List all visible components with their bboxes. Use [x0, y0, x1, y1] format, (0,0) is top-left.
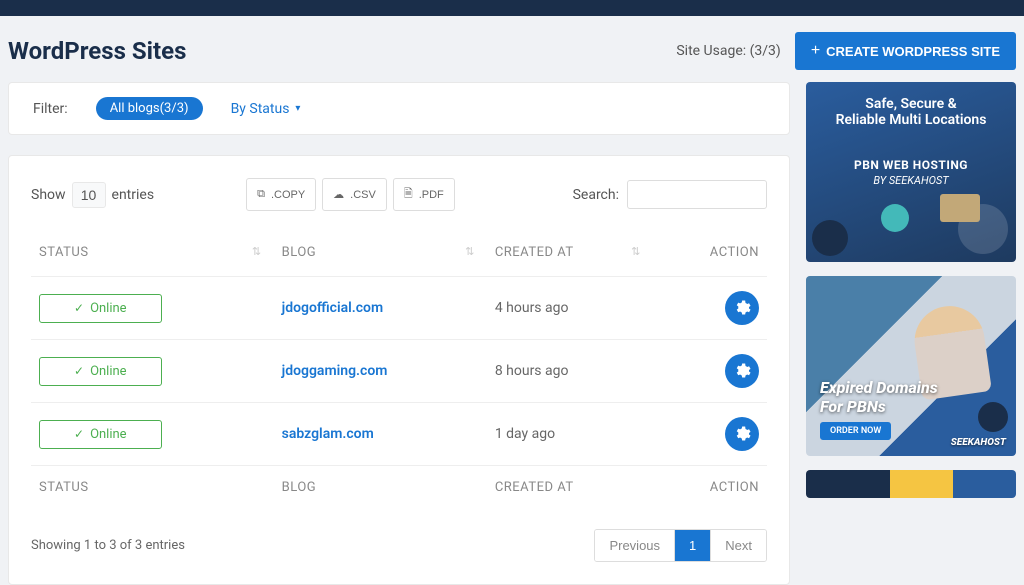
created-at-text: 1 day ago [495, 426, 555, 442]
ad2-order-button[interactable]: ORDER NOW [820, 422, 891, 440]
created-at-text: 8 hours ago [495, 363, 569, 379]
mascot-icon [812, 220, 848, 256]
sidebar-ad-strip[interactable] [806, 470, 1016, 498]
col-header-created[interactable]: CREATED AT [487, 235, 653, 277]
gear-icon [733, 362, 751, 380]
filter-label: Filter: [33, 101, 68, 117]
csv-icon [333, 188, 346, 201]
table-footer-row: Showing 1 to 3 of 3 entries Previous 1 N… [31, 529, 767, 562]
created-at-text: 4 hours ago [495, 300, 569, 316]
search-input[interactable] [627, 180, 767, 209]
col-header-blog[interactable]: BLOG [274, 235, 487, 277]
check-icon: ✓ [74, 364, 84, 378]
export-pdf-button[interactable]: .PDF [393, 178, 455, 211]
col-footer-action: ACTION [653, 466, 767, 510]
check-icon: ✓ [74, 427, 84, 441]
sidebar-ad-expired-domains[interactable]: Expired Domains For PBNs ORDER NOW SEEKA… [806, 276, 1016, 456]
sidebar-ad-pbn-hosting[interactable]: Safe, Secure & Reliable Multi Locations … [806, 82, 1016, 262]
status-badge: ✓Online [39, 420, 162, 449]
ad-decoration [881, 204, 909, 232]
table-row: ✓Online jdogofficial.com 4 hours ago [31, 277, 767, 340]
ad2-headline: Expired Domains For PBNs [820, 378, 938, 416]
table-row: ✓Online jdoggaming.com 8 hours ago [31, 340, 767, 403]
blog-link[interactable]: sabzglam.com [282, 426, 374, 442]
export-csv-button[interactable]: .CSV [322, 178, 387, 211]
pagination-previous[interactable]: Previous [595, 530, 675, 561]
create-wordpress-site-button[interactable]: + CREATE WORDPRESS SITE [795, 32, 1016, 70]
pagination: Previous 1 Next [594, 529, 767, 562]
settings-button[interactable] [725, 417, 759, 451]
page-title: WordPress Sites [8, 37, 186, 65]
gear-icon [733, 425, 751, 443]
status-badge: ✓Online [39, 294, 162, 323]
search-label: Search: [573, 187, 619, 203]
plus-icon: + [811, 42, 820, 60]
filter-bar: Filter: All blogs(3/3) By Status [8, 82, 790, 135]
mascot-icon [978, 402, 1008, 432]
col-header-status[interactable]: STATUS [31, 235, 274, 277]
col-footer-blog: BLOG [274, 466, 487, 510]
pagination-page-1[interactable]: 1 [675, 530, 711, 561]
sites-table: STATUS BLOG CREATED AT ACTION ✓Online jd… [31, 235, 767, 509]
blog-link[interactable]: jdoggaming.com [282, 363, 388, 379]
ad1-brand: BY SEEKAHOST [820, 174, 1002, 187]
top-nav-bar [0, 0, 1024, 16]
settings-button[interactable] [725, 291, 759, 325]
table-row: ✓Online sabzglam.com 1 day ago [31, 403, 767, 466]
ad1-title: PBN WEB HOSTING [820, 158, 1002, 172]
export-copy-button[interactable]: .COPY [246, 178, 316, 211]
pdf-icon [404, 185, 415, 204]
col-footer-status: STATUS [31, 466, 274, 510]
filter-by-status-dropdown[interactable]: By Status [231, 101, 301, 117]
col-header-action: ACTION [653, 235, 767, 277]
settings-button[interactable] [725, 354, 759, 388]
create-button-label: CREATE WORDPRESS SITE [826, 44, 1000, 59]
laptop-illustration [940, 194, 980, 222]
site-usage-text: Site Usage: (3/3) [676, 43, 780, 59]
col-footer-created: CREATED AT [487, 466, 653, 510]
entries-label: entries [112, 187, 155, 203]
status-badge: ✓Online [39, 357, 162, 386]
ad1-headline: Safe, Secure & Reliable Multi Locations [820, 96, 1002, 128]
page-header: WordPress Sites Site Usage: (3/3) + CREA… [8, 16, 1016, 82]
entries-per-page-input[interactable] [72, 182, 106, 208]
filter-all-blogs[interactable]: All blogs(3/3) [96, 97, 203, 120]
copy-icon [257, 188, 267, 201]
table-controls-row: Show entries .COPY .CSV .PDF Search: [31, 178, 767, 211]
gear-icon [733, 299, 751, 317]
showing-entries-text: Showing 1 to 3 of 3 entries [31, 538, 185, 553]
ad2-logo: SEEKAHOST [951, 437, 1006, 448]
blog-link[interactable]: jdogofficial.com [282, 300, 384, 316]
pagination-next[interactable]: Next [711, 530, 766, 561]
check-icon: ✓ [74, 301, 84, 315]
show-label: Show [31, 187, 66, 203]
